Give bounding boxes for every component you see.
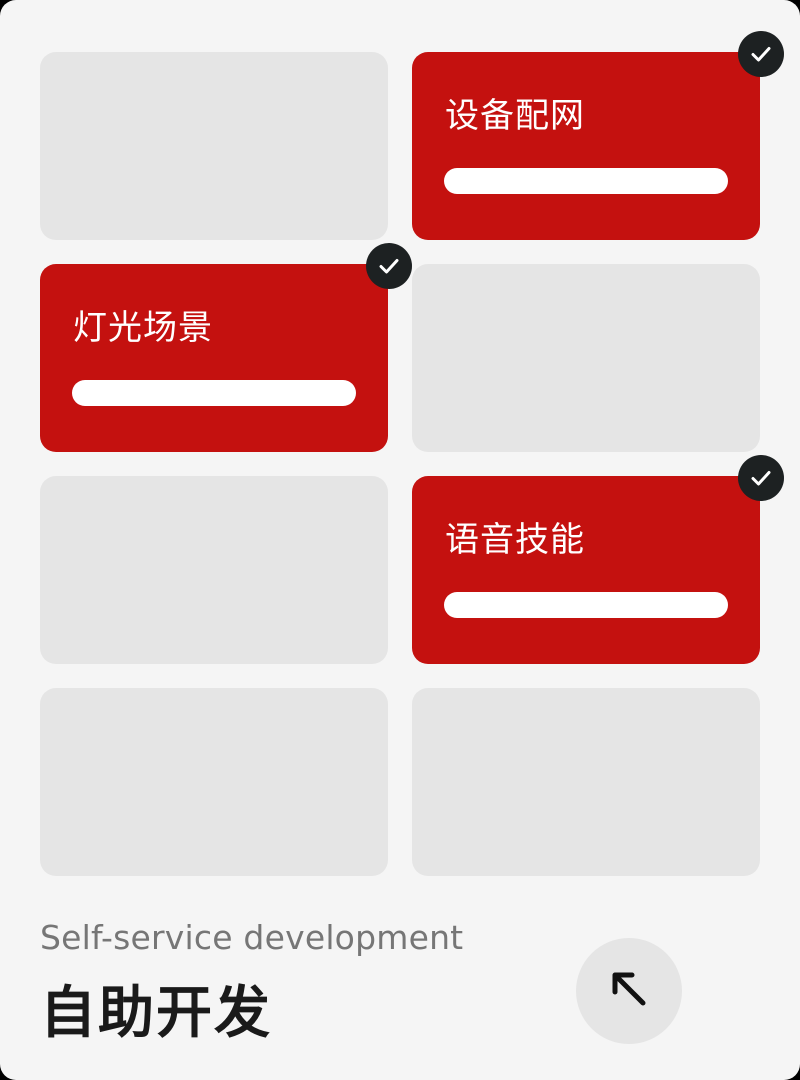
tile-bar	[444, 592, 728, 618]
card-subtitle: Self-service development	[40, 918, 464, 957]
tile-bar	[72, 380, 356, 406]
open-button[interactable]	[576, 938, 682, 1044]
tile-device-network[interactable]: 设备配网	[412, 31, 784, 240]
check-icon	[366, 243, 412, 289]
tile-label: 语音技能	[445, 520, 585, 560]
tile-voice-skill[interactable]: 语音技能	[412, 455, 784, 664]
tile-label: 设备配网	[445, 96, 585, 136]
tile-placeholder	[40, 52, 388, 240]
tile-lighting-scene[interactable]: 灯光场景	[40, 243, 412, 452]
check-icon	[738, 455, 784, 501]
tile-placeholder	[412, 264, 760, 452]
card-title: 自助开发	[40, 981, 272, 1046]
tile-label: 灯光场景	[73, 308, 213, 348]
tile-placeholder	[40, 688, 388, 876]
tile-placeholder	[40, 476, 388, 664]
arrow-up-left-icon	[607, 967, 651, 1015]
check-icon	[738, 31, 784, 77]
feature-card: 设备配网 灯光场景 语音技能 Self-service development …	[0, 0, 800, 1080]
tile-placeholder	[412, 688, 760, 876]
tile-bar	[444, 168, 728, 194]
